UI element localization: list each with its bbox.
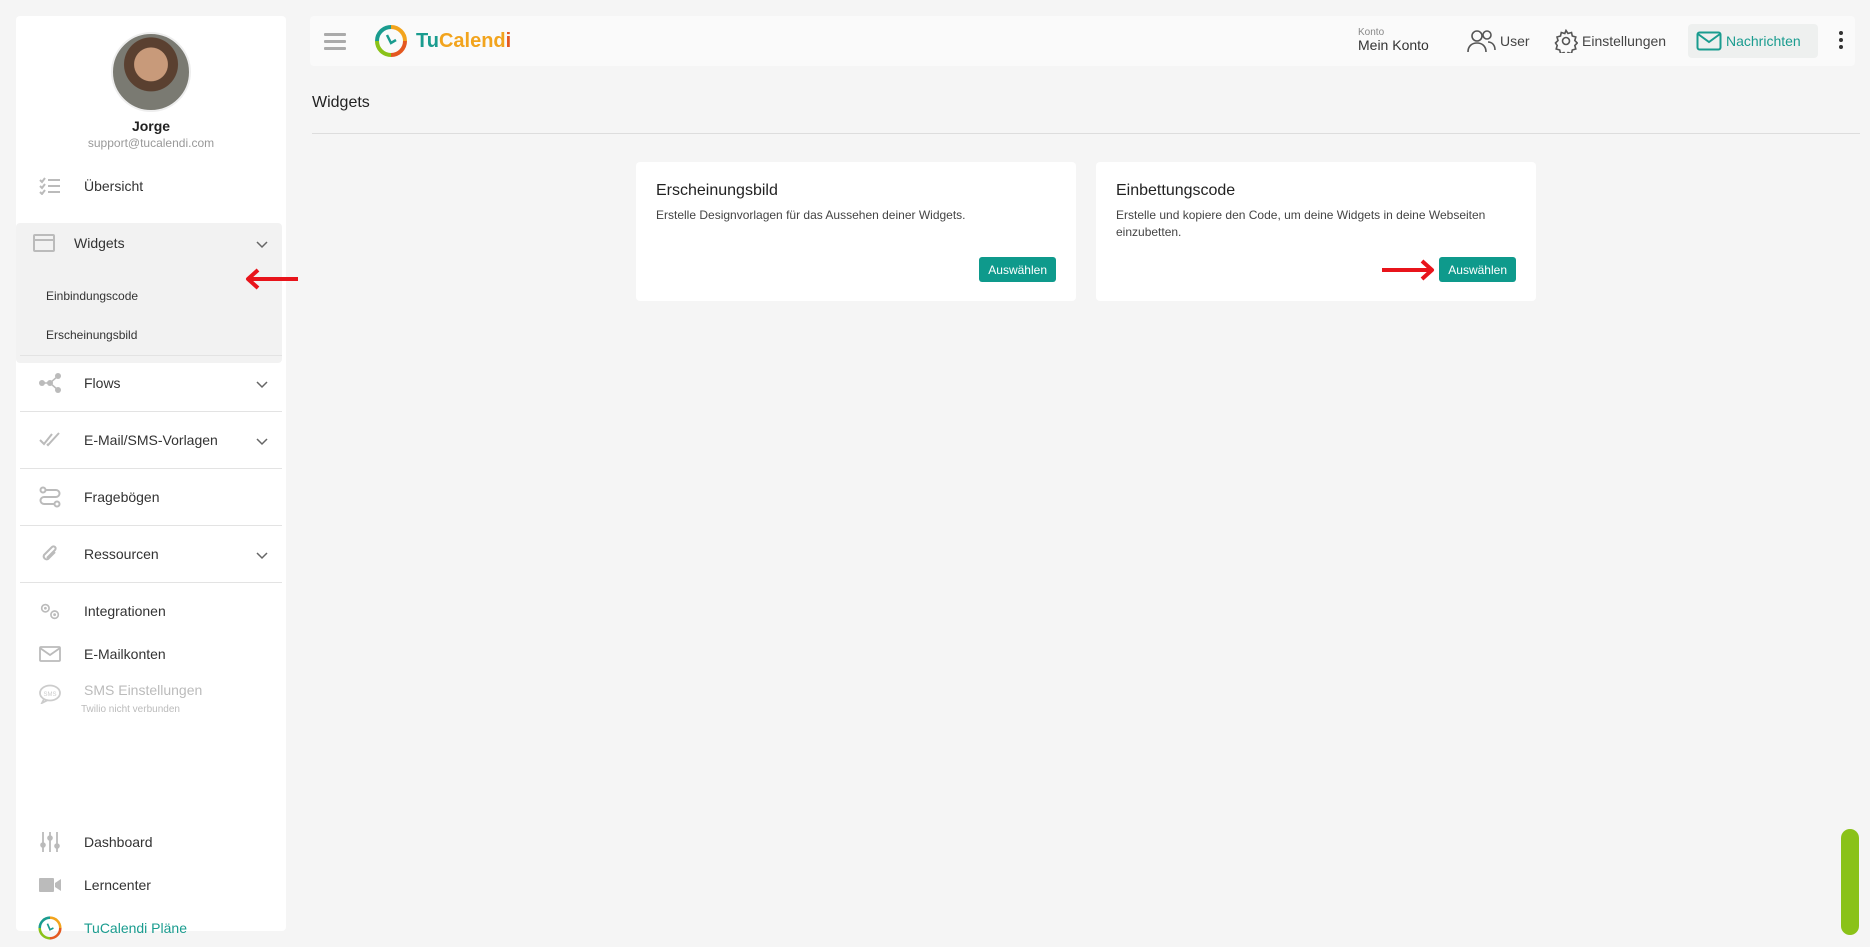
profile: Jorge support@tucalendi.com (16, 16, 286, 150)
nodes-icon (38, 371, 62, 395)
settings-label: Einstellungen (1582, 33, 1667, 49)
chevron-down-icon (256, 376, 268, 394)
sidebar-item-label: Dashboard (84, 834, 153, 850)
scroll-indicator[interactable] (1841, 829, 1859, 935)
profile-name: Jorge (131, 118, 171, 134)
select-embed-code-button[interactable]: Auswählen (1439, 257, 1516, 282)
sms-status: Twilio nicht verbunden (81, 704, 180, 715)
chevron-down-icon (256, 433, 268, 451)
video-camera-icon (38, 873, 62, 897)
card-title: Erscheinungsbild (656, 182, 778, 199)
sidebar-item-label: E-Mail/SMS-Vorlagen (84, 432, 218, 448)
logo-text: TuCalendi (416, 29, 512, 52)
svg-text:SMS: SMS (43, 692, 56, 698)
tucalendi-logo-icon (375, 25, 407, 57)
sidebar-item-plans[interactable]: TuCalendi Pläne (16, 908, 286, 947)
sidebar-item-label: Lerncenter (84, 877, 151, 893)
sms-bubble-icon: SMS (38, 682, 62, 706)
sidebar-item-flows[interactable]: Flows (16, 363, 286, 403)
tucalendi-logo[interactable]: TuCalendi (374, 24, 511, 58)
sidebar-item-sms-settings[interactable]: SMS SMS Einstellungen Twilio nicht verbu… (16, 678, 286, 722)
checklist-icon (38, 174, 62, 198)
window-icon (32, 231, 56, 255)
sidebar-item-label: SMS Einstellungen (84, 682, 203, 698)
sidebar-item-widgets[interactable]: Widgets (16, 223, 282, 263)
sidebar-item-integrations[interactable]: Integrationen (16, 591, 286, 631)
hamburger-menu-icon[interactable] (324, 29, 346, 54)
paperclip-icon (38, 542, 62, 566)
envelope-icon (1696, 31, 1722, 51)
avatar[interactable] (111, 32, 191, 112)
card-appearance: Erscheinungsbild Erstelle Designvorlagen… (636, 162, 1076, 301)
chevron-down-icon (256, 547, 268, 565)
sidebar-item-label: E-Mailkonten (84, 646, 166, 662)
account-value: Mein Konto (1358, 37, 1429, 53)
envelope-icon (38, 642, 62, 666)
left-arrow-annotation-icon (246, 268, 298, 290)
sidebar-item-overview[interactable]: Übersicht (16, 166, 286, 206)
divider (312, 133, 1860, 134)
sidebar-item-label: Fragebögen (84, 489, 160, 505)
sidebar-item-resources[interactable]: Ressourcen (16, 534, 286, 574)
sidebar-item-dashboard[interactable]: Dashboard (16, 822, 286, 862)
double-check-icon (38, 428, 62, 452)
divider (20, 355, 282, 356)
sidebar-item-label: Integrationen (84, 603, 166, 619)
page-title: Widgets (312, 94, 370, 111)
route-icon (38, 485, 62, 509)
more-options-icon[interactable] (1839, 31, 1843, 52)
tucalendi-logo-icon (38, 916, 62, 940)
top-bar: TuCalendi Konto Mein Konto User Einstell… (310, 16, 1855, 66)
sidebar-item-label: Flows (84, 375, 121, 391)
gears-icon (38, 599, 62, 623)
sidebar-subitem-einbindungscode[interactable]: Einbindungscode (46, 289, 138, 303)
profile-email: support@tucalendi.com (87, 136, 215, 150)
sidebar-item-email-accounts[interactable]: E-Mailkonten (16, 634, 286, 674)
sidebar-item-label: Widgets (74, 235, 125, 251)
select-appearance-button[interactable]: Auswählen (979, 257, 1056, 282)
sliders-icon (38, 830, 62, 854)
account-selector[interactable]: Konto Mein Konto (1358, 27, 1429, 53)
card-title: Einbettungscode (1116, 182, 1236, 199)
card-embed-code: Einbettungscode Erstelle und kopiere den… (1096, 162, 1536, 301)
card-description: Erstelle und kopiere den Code, um deine … (1116, 208, 1486, 239)
sidebar-item-questionnaires[interactable]: Fragebögen (16, 477, 286, 517)
widgets-group: Widgets Einbindungscode Erscheinungsbild (16, 223, 282, 363)
sidebar-item-learncenter[interactable]: Lerncenter (16, 865, 286, 905)
sidebar-subitem-erscheinungsbild[interactable]: Erscheinungsbild (46, 328, 137, 342)
user-label: User (1500, 33, 1530, 49)
sidebar-item-label: Übersicht (84, 178, 144, 194)
users-icon (1467, 30, 1496, 53)
divider (20, 525, 282, 526)
messages-button[interactable]: Nachrichten (1688, 24, 1818, 58)
card-description: Erstelle Designvorlagen für das Aussehen… (656, 208, 966, 222)
messages-label: Nachrichten (1726, 33, 1801, 49)
right-arrow-annotation-icon (1382, 259, 1434, 281)
sidebar-item-templates[interactable]: E-Mail/SMS-Vorlagen (16, 420, 286, 460)
divider (20, 582, 282, 583)
sidebar-item-label: TuCalendi Pläne (84, 920, 187, 936)
divider (20, 468, 282, 469)
sidebar: Jorge support@tucalendi.com Übersicht Wi… (16, 16, 286, 940)
sidebar-item-label: Ressourcen (84, 546, 159, 562)
user-button[interactable]: User (1458, 24, 1538, 58)
divider (20, 411, 282, 412)
gear-icon (1554, 29, 1578, 53)
settings-button[interactable]: Einstellungen (1546, 24, 1674, 58)
chevron-down-icon (256, 236, 268, 254)
